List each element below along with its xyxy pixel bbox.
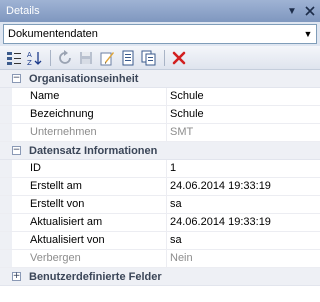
category-label: Benutzerdefinierte Felder	[29, 270, 162, 283]
refresh-icon[interactable]	[55, 48, 75, 68]
delete-icon[interactable]	[169, 48, 189, 68]
property-row-aktualisiert-von[interactable]: Aktualisiert von sa	[0, 232, 320, 250]
property-row-aktualisiert-am[interactable]: Aktualisiert am 24.06.2014 19:33:19	[0, 214, 320, 232]
close-icon[interactable]	[302, 3, 318, 19]
property-row-bezeichnung[interactable]: Bezeichnung Schule	[0, 106, 320, 124]
property-row-erstellt-von[interactable]: Erstellt von sa	[0, 196, 320, 214]
view-select-value: Dokumentendaten	[8, 28, 98, 40]
property-value[interactable]: sa	[167, 232, 320, 249]
collapse-toggle-icon[interactable]: −	[12, 74, 21, 83]
property-name: ID	[12, 160, 167, 177]
property-name: Verbergen	[12, 250, 167, 267]
collapse-toggle-icon[interactable]: −	[12, 146, 21, 155]
copy-icon[interactable]	[139, 48, 159, 68]
property-value[interactable]: 24.06.2014 19:33:19	[167, 214, 320, 231]
property-row-erstellt-am[interactable]: Erstellt am 24.06.2014 19:33:19	[0, 178, 320, 196]
categorized-icon[interactable]	[4, 48, 24, 68]
category-benutzerdefinierte-felder[interactable]: + Benutzerdefinierte Felder	[0, 268, 320, 286]
toolbar: AZ	[0, 46, 320, 70]
property-name: Bezeichnung	[12, 106, 167, 123]
property-value[interactable]: 24.06.2014 19:33:19	[167, 178, 320, 195]
property-row-id[interactable]: ID 1	[0, 160, 320, 178]
property-row-verbergen[interactable]: Verbergen Nein	[0, 250, 320, 268]
svg-text:Z: Z	[27, 59, 32, 66]
property-name: Unternehmen	[12, 124, 167, 141]
sort-alphabetical-icon[interactable]: AZ	[25, 48, 45, 68]
property-grid: − Organisationseinheit Name Schule Bezei…	[0, 70, 320, 302]
property-name: Aktualisiert am	[12, 214, 167, 231]
toolbar-separator	[164, 49, 165, 66]
property-value[interactable]: 1	[167, 160, 320, 177]
edit-icon[interactable]	[97, 48, 117, 68]
save-icon[interactable]	[76, 48, 96, 68]
property-value[interactable]: Schule	[167, 106, 320, 123]
dropdown-row: Dokumentendaten ▼	[0, 22, 320, 46]
property-name: Name	[12, 88, 167, 105]
category-organisationseinheit[interactable]: − Organisationseinheit	[0, 70, 320, 88]
category-label: Datensatz Informationen	[29, 144, 158, 157]
view-select[interactable]: Dokumentendaten ▼	[3, 24, 317, 44]
property-name: Erstellt am	[12, 178, 167, 195]
panel-title: Details	[6, 5, 40, 17]
chevron-down-icon[interactable]: ▼	[300, 29, 316, 39]
property-row-unternehmen[interactable]: Unternehmen SMT	[0, 124, 320, 142]
category-datensatz-informationen[interactable]: − Datensatz Informationen	[0, 142, 320, 160]
svg-text:A: A	[27, 51, 32, 59]
property-value[interactable]: Schule	[167, 88, 320, 105]
document-icon[interactable]	[118, 48, 138, 68]
property-value: Nein	[170, 252, 193, 264]
toolbar-separator	[50, 49, 51, 66]
property-value[interactable]: sa	[167, 196, 320, 213]
category-label: Organisationseinheit	[29, 72, 139, 85]
expand-toggle-icon[interactable]: +	[12, 272, 21, 281]
property-value: SMT	[170, 126, 194, 138]
property-name: Aktualisiert von	[12, 232, 167, 249]
pin-dropdown-icon[interactable]: ▼	[284, 3, 300, 19]
property-name: Erstellt von	[12, 196, 167, 213]
panel-titlebar: Details ▼	[0, 0, 320, 22]
property-row-name[interactable]: Name Schule	[0, 88, 320, 106]
